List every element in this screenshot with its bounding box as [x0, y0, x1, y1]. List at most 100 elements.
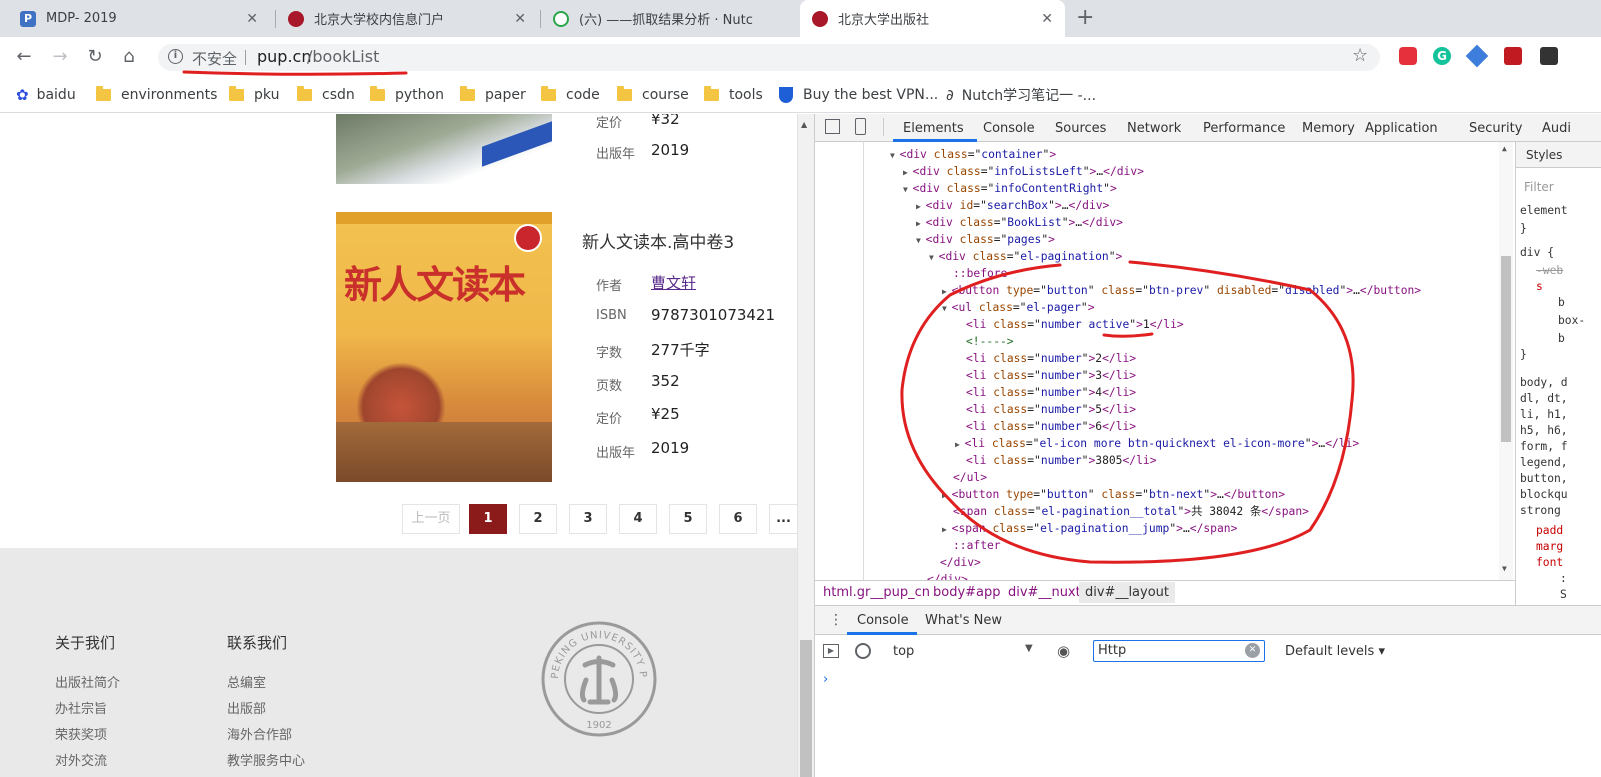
close-tab-icon[interactable]: ✕: [1041, 11, 1053, 27]
bookmark-vpn[interactable]: Buy the best VPN...: [779, 85, 938, 105]
bookmark-folder-python[interactable]: python: [370, 85, 444, 105]
dom-node-line[interactable]: </div>: [927, 571, 968, 580]
footer-link[interactable]: 办社宗旨: [55, 698, 107, 717]
pagination-page-3[interactable]: 3: [569, 504, 607, 534]
bookmark-folder-code[interactable]: code: [541, 85, 600, 105]
devtools-tab-performance[interactable]: Performance: [1203, 121, 1285, 136]
dom-node-line[interactable]: ▼ <div class="pages">: [916, 231, 1055, 249]
styles-pane[interactable]: Styles Filter element} div {-web s b box-b} b…: [1515, 142, 1601, 605]
footer-link[interactable]: 出版部: [227, 698, 266, 717]
bookmark-folder-pku[interactable]: pku: [229, 85, 279, 105]
devtools-tab-sources[interactable]: Sources: [1055, 121, 1106, 136]
devtools-tab-network[interactable]: Network: [1127, 121, 1181, 136]
pagination-page-6[interactable]: 6: [719, 504, 757, 534]
footer-link[interactable]: 荣获奖项: [55, 724, 107, 743]
extension-dark-icon[interactable]: [1540, 47, 1558, 65]
grammarly-icon[interactable]: G: [1433, 47, 1451, 65]
page-scrollbar[interactable]: ▲: [797, 114, 814, 777]
elements-scrollbar[interactable]: ▲ ▼: [1499, 142, 1513, 580]
tab-pup[interactable]: 北京大学出版社 ✕: [800, 0, 1065, 37]
tab-nutch[interactable]: (六) ——抓取结果分析 · Nutc: [541, 0, 799, 37]
console-prompt-icon[interactable]: ›: [823, 672, 828, 687]
devtools-tab-memory[interactable]: Memory: [1302, 121, 1355, 136]
tab-pku-portal[interactable]: 北京大学校内信息门户 ✕: [276, 0, 538, 37]
dom-node-line[interactable]: ▶ <div id="searchBox">…</div>: [916, 197, 1109, 215]
log-levels-select[interactable]: Default levels ▾: [1285, 644, 1385, 659]
style-line: legend,: [1520, 456, 1568, 469]
author-link[interactable]: 曹文轩: [651, 272, 696, 293]
devtools-tab-security[interactable]: Security: [1469, 121, 1522, 136]
eye-icon[interactable]: ◉: [1057, 642, 1070, 660]
console-filter-input[interactable]: Http ✕: [1093, 640, 1265, 662]
inspect-element-icon[interactable]: [825, 119, 840, 134]
wordcount-value: 277千字: [651, 341, 710, 359]
new-tab-icon[interactable]: +: [1076, 5, 1094, 30]
chevron-down-icon[interactable]: ▼: [1025, 643, 1033, 654]
context-select[interactable]: top: [893, 644, 914, 659]
book-title[interactable]: 新人文读本.高中卷3: [582, 228, 734, 253]
drawer-menu-icon[interactable]: ⋮: [829, 612, 843, 628]
mdp-favicon-icon: P: [20, 10, 36, 27]
bookmark-folder-course[interactable]: course: [617, 85, 689, 105]
footer-link[interactable]: 出版社简介: [55, 672, 120, 691]
bookmark-folder-environments[interactable]: environments: [96, 85, 217, 105]
pagination-page-2[interactable]: 2: [519, 504, 557, 534]
bookmark-nutch[interactable]: ∂ Nutch学习笔记一 -...: [946, 85, 1096, 105]
style-line: element: [1520, 204, 1568, 217]
devtools-tab-audits[interactable]: Audi: [1542, 121, 1571, 136]
dom-node-line[interactable]: ▶ <div class="infoListsLeft">…</div>: [903, 163, 1144, 181]
home-icon[interactable]: ⌂: [117, 45, 141, 69]
bookmark-baidu[interactable]: ✿ baidu: [16, 85, 76, 105]
back-icon[interactable]: ←: [12, 45, 36, 69]
pagination-page-4[interactable]: 4: [619, 504, 657, 534]
footer-link[interactable]: 教学服务中心: [227, 750, 305, 769]
close-tab-icon[interactable]: ✕: [514, 11, 526, 27]
expanded-arrow-icon: ▼: [903, 185, 913, 194]
footer-link[interactable]: 海外合作部: [227, 724, 292, 743]
book-prev-price: ¥32: [651, 114, 680, 128]
info-icon[interactable]: i: [168, 49, 183, 64]
author-label: 作者: [596, 279, 623, 294]
drawer-tab-whats-new[interactable]: What's New: [925, 613, 1002, 628]
bookmark-folder-tools[interactable]: tools: [704, 85, 763, 105]
reload-icon[interactable]: ↻: [83, 45, 107, 69]
execute-context-icon[interactable]: ▶: [823, 644, 839, 658]
breadcrumb-nuxt[interactable]: div#__nuxt: [1008, 585, 1081, 600]
bookmark-folder-csdn[interactable]: csdn: [297, 85, 355, 105]
styles-filter-input[interactable]: Filter: [1524, 180, 1554, 194]
footer-link[interactable]: 总编室: [227, 672, 266, 691]
book-cover[interactable]: 新人文读本: [336, 212, 552, 482]
tab-title: 北京大学校内信息门户: [314, 13, 445, 28]
breadcrumb-html[interactable]: html.gr__pup_cn: [823, 585, 930, 600]
clear-console-icon[interactable]: [855, 643, 871, 659]
book-prev-year: 2019: [651, 141, 690, 159]
style-line: dl, dt,: [1520, 392, 1568, 405]
extension-red-icon[interactable]: [1399, 47, 1417, 65]
web-page: 定价 ¥32 出版年 2019 新人文读本 新人文读本.高中卷3 作者 曹文轩 …: [0, 114, 797, 777]
styles-tab[interactable]: Styles: [1526, 148, 1562, 162]
footer-link[interactable]: 对外交流: [55, 750, 107, 769]
pagination-page-5[interactable]: 5: [669, 504, 707, 534]
drawer-tab-console[interactable]: Console: [857, 613, 909, 628]
devtools-tab-elements[interactable]: Elements: [903, 121, 964, 136]
tab-mdp[interactable]: P MDP- 2019 ✕: [8, 0, 270, 37]
dom-node-line[interactable]: ▼ <div class="infoContentRight">: [903, 180, 1117, 198]
book-cover-previous[interactable]: [336, 114, 552, 184]
clear-filter-icon[interactable]: ✕: [1245, 643, 1260, 658]
dom-node-line[interactable]: ▼ <div class="container">: [890, 146, 1056, 164]
close-tab-icon[interactable]: ✕: [246, 11, 258, 27]
folder-icon: [541, 86, 556, 101]
pdf-icon[interactable]: [1504, 47, 1522, 65]
bookmark-folder-paper[interactable]: paper: [460, 85, 526, 105]
device-toolbar-icon[interactable]: [855, 118, 866, 135]
star-icon[interactable]: ☆: [1352, 45, 1368, 66]
breadcrumb-layout[interactable]: div#__layout: [1079, 582, 1176, 603]
pagination-more-button[interactable]: ...: [769, 504, 797, 534]
pagination-prev-button[interactable]: 上一页: [402, 504, 460, 534]
pagination-page-1[interactable]: 1: [469, 504, 507, 534]
devtools-tab-console[interactable]: Console: [983, 121, 1035, 136]
forward-icon[interactable]: →: [48, 45, 72, 69]
breadcrumb-body[interactable]: body#app: [933, 585, 1001, 600]
devtools-tab-application[interactable]: Application: [1365, 121, 1438, 136]
dom-node-line[interactable]: ▶ <div class="BookList">…</div>: [916, 214, 1123, 232]
